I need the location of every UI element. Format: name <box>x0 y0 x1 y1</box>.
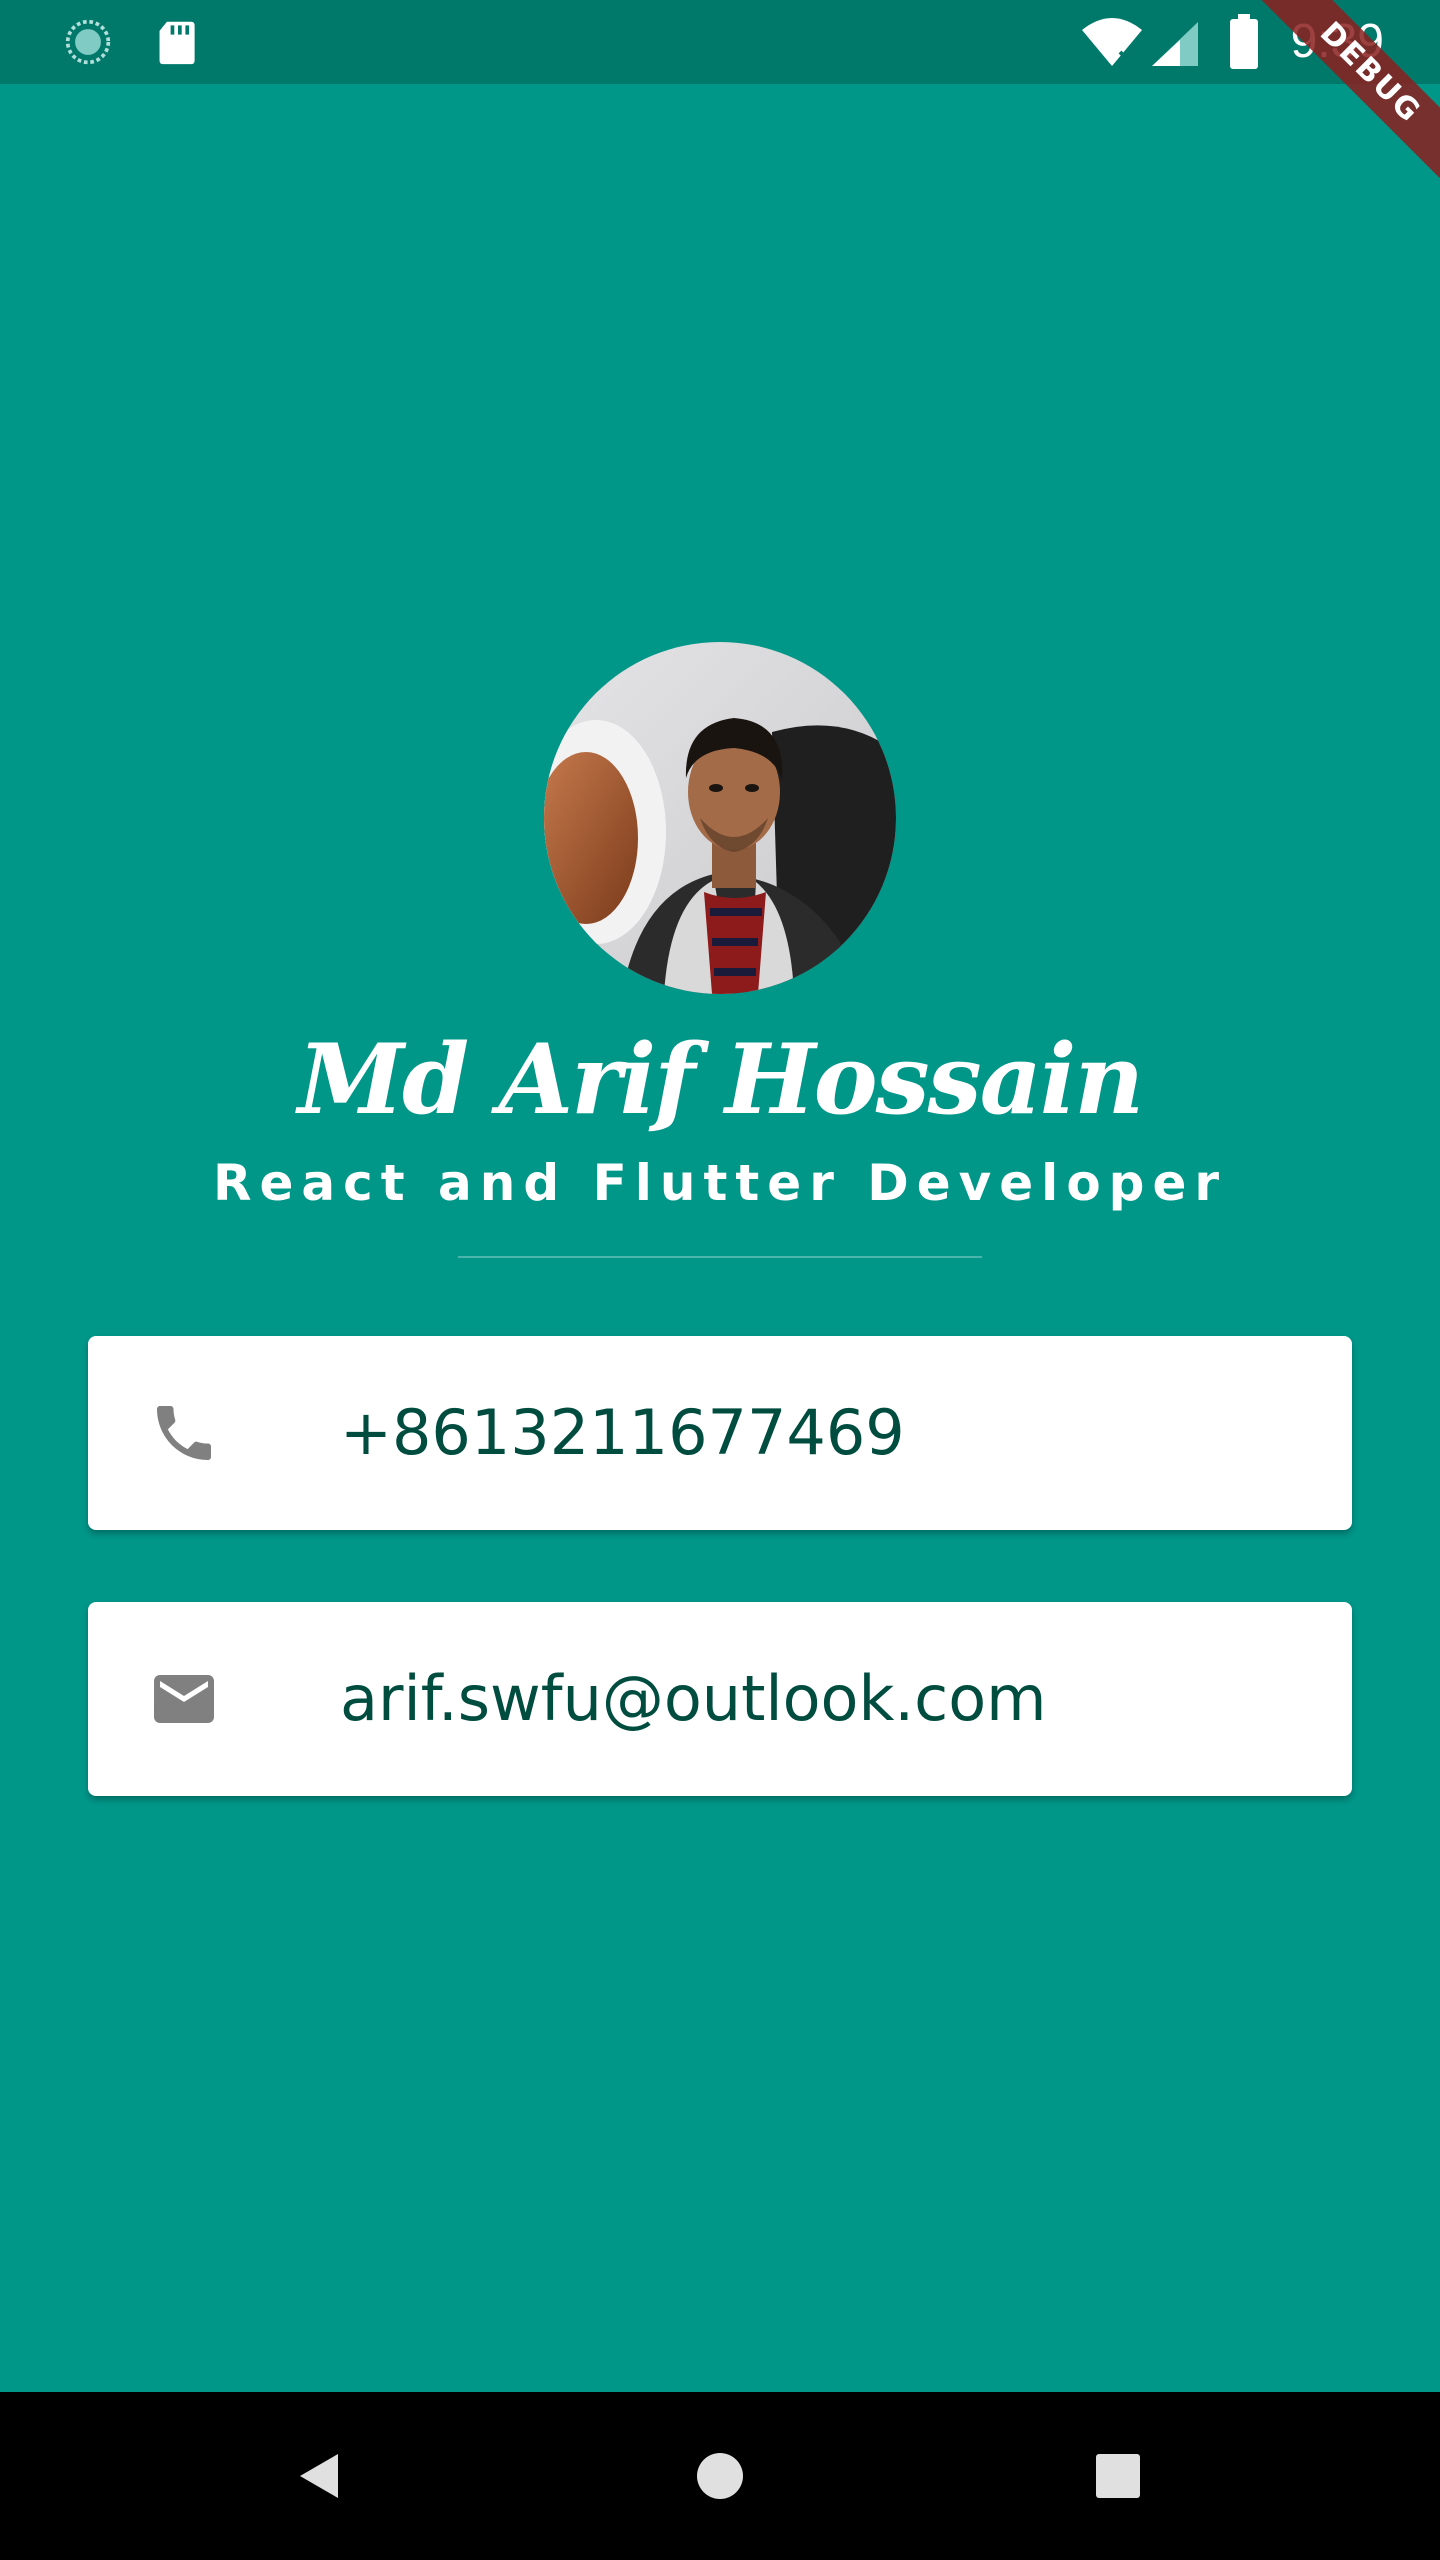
divider <box>458 1256 982 1258</box>
profile-photo <box>544 642 896 994</box>
phone-number: +8613211677469 <box>340 1396 905 1469</box>
profile-title: React and Flutter Developer <box>212 1154 1228 1212</box>
phone-icon <box>157 1406 211 1460</box>
email-icon <box>154 1675 214 1723</box>
status-bar: 9:39 <box>0 0 1440 84</box>
wifi-icon <box>1082 18 1142 66</box>
profile-name: Md Arif Hossain <box>297 1023 1144 1136</box>
email-card[interactable]: arif.swfu@outlook.com <box>88 1602 1352 1796</box>
email-address: arif.swfu@outlook.com <box>340 1662 1047 1735</box>
recents-icon[interactable] <box>1078 2436 1158 2516</box>
sync-icon <box>65 19 111 65</box>
home-icon[interactable] <box>680 2436 760 2516</box>
back-icon[interactable] <box>280 2436 360 2516</box>
sd-card-icon <box>159 21 195 65</box>
cell-signal-icon <box>1152 22 1198 66</box>
navigation-bar <box>0 2392 1440 2560</box>
phone-card[interactable]: +8613211677469 <box>88 1336 1352 1530</box>
avatar <box>544 642 896 994</box>
battery-icon <box>1230 14 1258 69</box>
